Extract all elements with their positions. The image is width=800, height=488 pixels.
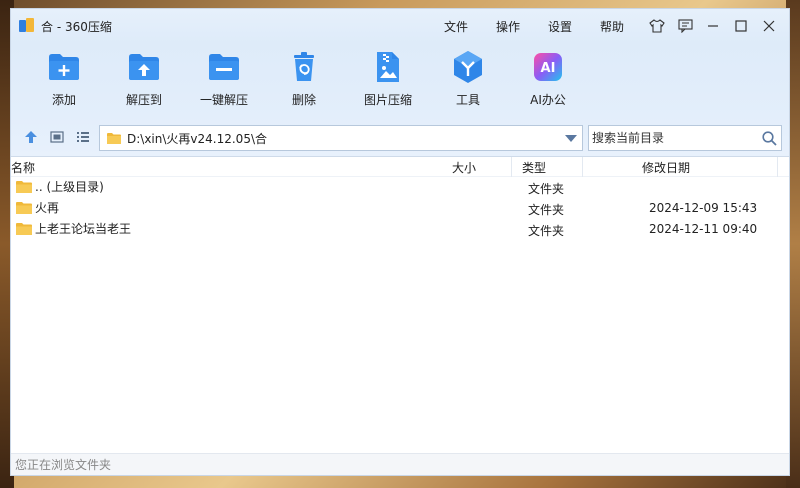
toolbar: 添加 解压到 一键解压 删除 图片压缩 工具 AI AI办公	[11, 43, 789, 117]
add-folder-icon	[46, 49, 82, 85]
skin-shirt-icon[interactable]	[643, 14, 671, 38]
menu-operation[interactable]: 操作	[496, 18, 548, 35]
column-divider[interactable]	[777, 157, 778, 177]
ai-office-button[interactable]: AI AI办公	[509, 43, 587, 108]
close-icon[interactable]	[755, 14, 783, 38]
address-bar: D:\xin\火再v24.12.05\合	[11, 117, 789, 157]
list-view-button[interactable]	[71, 125, 95, 149]
file-list: 名称 大小 类型 修改日期 .. (上级目录) 文件夹 火再 文件夹 2024-…	[11, 157, 789, 455]
thumbnail-view-icon	[50, 131, 64, 143]
thumbnail-view-button[interactable]	[45, 125, 69, 149]
app-window: 合 - 360压缩 文件 操作 设置 帮助 添加 解压到 一键解压 删除 图片压…	[10, 8, 790, 476]
folder-icon	[16, 201, 32, 214]
row-date: 2024-12-09 15:43	[649, 201, 758, 215]
image-compress-button[interactable]: 图片压缩	[349, 43, 427, 108]
menu-bar: 文件 操作 设置 帮助	[444, 9, 652, 43]
menu-settings[interactable]: 设置	[548, 18, 600, 35]
maximize-icon[interactable]	[727, 14, 755, 38]
window-title: 合 - 360压缩	[41, 19, 112, 34]
address-path: D:\xin\火再v24.12.05\合	[127, 131, 267, 146]
status-bar: 您正在浏览文件夹	[11, 453, 789, 475]
folder-icon	[16, 180, 32, 193]
one-click-extract-label: 一键解压	[199, 93, 248, 107]
tools-icon	[450, 49, 486, 85]
tools-button[interactable]: 工具	[429, 43, 507, 108]
table-header: 名称 大小 类型 修改日期	[11, 157, 789, 177]
column-name[interactable]: 名称	[11, 159, 35, 176]
search-icon[interactable]	[757, 130, 781, 146]
row-type: 文件夹	[528, 224, 565, 238]
window-controls	[643, 9, 783, 43]
address-field[interactable]: D:\xin\火再v24.12.05\合	[99, 125, 583, 151]
up-level-button[interactable]	[19, 125, 43, 149]
row-type: 文件夹	[528, 203, 565, 217]
extract-to-icon	[126, 49, 162, 85]
menu-file[interactable]: 文件	[444, 18, 496, 35]
ai-office-icon: AI	[530, 49, 566, 85]
row-name: 上老王论坛当老王	[35, 222, 132, 236]
one-click-extract-button[interactable]: 一键解压	[185, 43, 263, 108]
column-date[interactable]: 修改日期	[642, 159, 690, 176]
app-logo-icon	[19, 18, 35, 34]
delete-button[interactable]: 删除	[265, 43, 343, 108]
delete-icon	[286, 49, 322, 85]
delete-label: 删除	[291, 93, 316, 107]
ai-office-label: AI办公	[530, 93, 566, 107]
status-text: 您正在浏览文件夹	[15, 458, 112, 472]
table-row[interactable]: 火再 文件夹 2024-12-09 15:43	[11, 198, 789, 219]
minimize-icon[interactable]	[699, 14, 727, 38]
svg-text:AI: AI	[541, 61, 556, 76]
image-compress-label: 图片压缩	[363, 93, 412, 107]
table-row-parent-dir[interactable]: .. (上级目录) 文件夹	[11, 177, 789, 198]
add-button[interactable]: 添加	[25, 43, 103, 108]
extract-to-button[interactable]: 解压到	[105, 43, 183, 108]
address-dropdown-icon[interactable]	[560, 134, 582, 142]
column-type[interactable]: 类型	[522, 159, 546, 176]
row-name: 火再	[35, 201, 60, 215]
extract-to-label: 解压到	[125, 93, 162, 107]
feedback-icon[interactable]	[671, 14, 699, 38]
search-input[interactable]	[589, 127, 757, 149]
title-bar: 合 - 360压缩 文件 操作 设置 帮助	[11, 9, 789, 43]
image-compress-icon	[370, 49, 406, 85]
arrow-up-icon	[25, 131, 37, 143]
add-button-label: 添加	[51, 93, 76, 107]
column-size[interactable]: 大小	[452, 159, 476, 176]
row-type: 文件夹	[528, 182, 565, 196]
search-box	[588, 125, 782, 151]
column-divider[interactable]	[511, 157, 512, 177]
one-click-extract-icon	[206, 49, 242, 85]
column-divider[interactable]	[582, 157, 583, 177]
row-name: .. (上级目录)	[35, 180, 104, 194]
folder-icon	[16, 222, 32, 235]
table-row[interactable]: 上老王论坛当老王 文件夹 2024-12-11 09:40	[11, 219, 789, 240]
row-date: 2024-12-11 09:40	[649, 222, 758, 236]
tools-label: 工具	[455, 93, 480, 107]
folder-icon	[107, 132, 121, 144]
list-view-icon	[77, 132, 89, 142]
